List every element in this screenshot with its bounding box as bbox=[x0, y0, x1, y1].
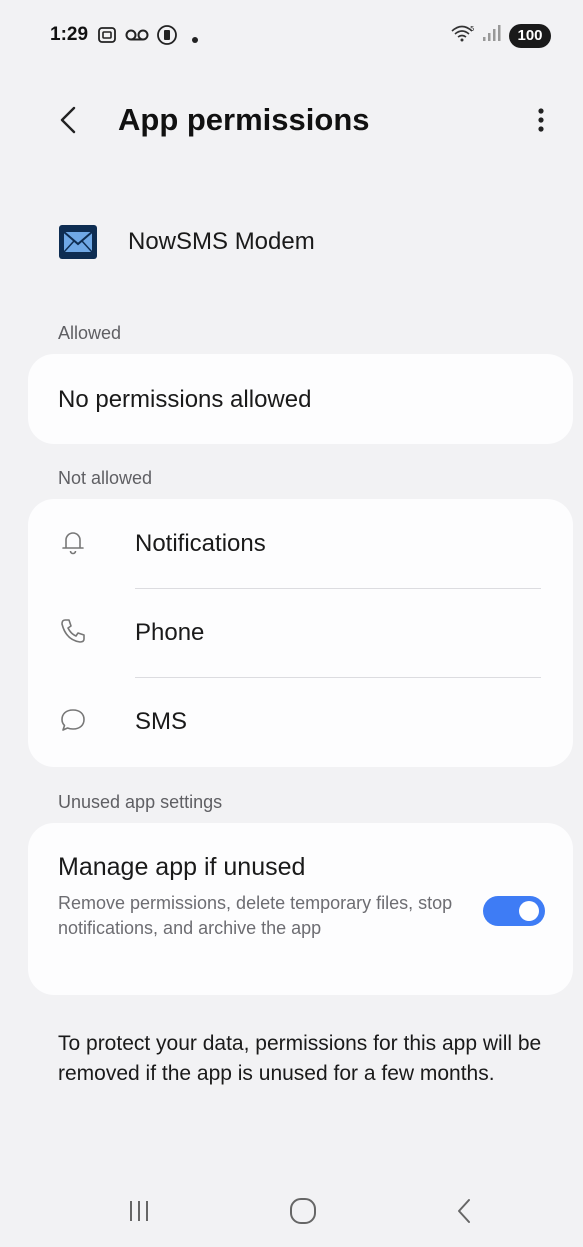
screen: 1:29 5 100 App permissions NowSMS Modem … bbox=[0, 0, 583, 1247]
permission-item-notifications[interactable]: Notifications bbox=[28, 499, 573, 588]
recents-icon bbox=[130, 1201, 148, 1221]
media-icon bbox=[156, 24, 178, 51]
more-options-icon bbox=[538, 108, 544, 132]
not-allowed-card: Notifications Phone SMS bbox=[28, 499, 573, 767]
app-name: NowSMS Modem bbox=[128, 228, 315, 255]
back-nav-icon bbox=[458, 1199, 470, 1223]
bell-icon bbox=[62, 532, 84, 555]
unused-section-label: Unused app settings bbox=[58, 792, 223, 812]
toggle-knob bbox=[519, 901, 539, 921]
allowed-card: No permissions allowed bbox=[28, 354, 573, 444]
manage-app-description: Remove permissions, delete temporary fil… bbox=[58, 893, 453, 938]
battery-indicator: 100 bbox=[509, 23, 551, 48]
header: App permissions bbox=[0, 90, 583, 150]
allowed-section-label: Allowed bbox=[58, 323, 122, 343]
svg-text:5: 5 bbox=[470, 25, 474, 33]
permission-label: Phone bbox=[135, 619, 205, 646]
back-nav-button[interactable] bbox=[445, 1196, 485, 1226]
recents-button[interactable] bbox=[120, 1196, 160, 1226]
status-icons-left bbox=[96, 24, 198, 51]
wifi-icon: 5 bbox=[449, 22, 475, 49]
chat-bubble-icon bbox=[61, 709, 85, 731]
manage-app-title: Manage app if unused bbox=[58, 853, 306, 881]
navigation-bar bbox=[0, 1180, 583, 1240]
app-info-row: NowSMS Modem bbox=[58, 222, 315, 262]
permission-item-phone[interactable]: Phone bbox=[28, 588, 573, 677]
footer-note: To protect your data, permissions for th… bbox=[58, 1032, 542, 1085]
phone-icon bbox=[61, 619, 85, 643]
home-icon bbox=[290, 1198, 316, 1224]
voicemail-icon bbox=[124, 24, 150, 51]
mail-envelope-icon bbox=[59, 225, 97, 259]
screenshot-icon bbox=[96, 24, 118, 51]
not-allowed-section-label: Not allowed bbox=[58, 468, 153, 488]
signal-icon bbox=[481, 22, 503, 49]
manage-app-toggle[interactable] bbox=[483, 896, 545, 926]
status-bar: 1:29 5 100 bbox=[0, 20, 583, 52]
permission-item-sms[interactable]: SMS bbox=[28, 677, 573, 766]
status-time: 1:29 bbox=[50, 24, 89, 45]
unused-settings-card[interactable]: Manage app if unused Remove permissions,… bbox=[28, 823, 573, 995]
status-icons-right: 5 100 bbox=[449, 22, 551, 49]
page-title: App permissions bbox=[118, 102, 370, 137]
notification-dot bbox=[192, 36, 198, 43]
more-options-button[interactable] bbox=[529, 100, 553, 140]
back-button[interactable] bbox=[52, 100, 88, 140]
permission-label: Notifications bbox=[135, 530, 266, 557]
home-button[interactable] bbox=[283, 1196, 323, 1226]
no-permissions-text: No permissions allowed bbox=[58, 386, 312, 413]
back-icon bbox=[60, 106, 76, 134]
permission-label: SMS bbox=[135, 708, 188, 735]
